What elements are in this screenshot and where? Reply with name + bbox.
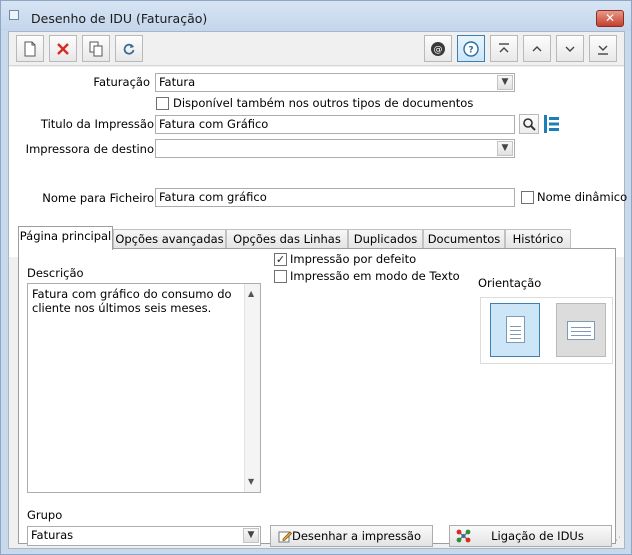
grupo-label: Grupo	[27, 508, 63, 522]
grupo-select[interactable]: Faturas ▼	[27, 526, 261, 546]
portrait-button[interactable]	[490, 303, 540, 357]
first-record-button[interactable]	[490, 35, 518, 62]
tab-duplicados[interactable]: Duplicados	[348, 229, 423, 249]
last-record-button[interactable]	[589, 35, 617, 62]
close-button[interactable]: ✕	[596, 10, 624, 27]
new-document-icon	[23, 41, 37, 61]
impressao-defeito-label: Impressão por defeito	[290, 252, 417, 266]
svg-text:?: ?	[468, 46, 473, 56]
nome-dinamico-checkbox[interactable]	[521, 191, 534, 204]
next-record-button[interactable]	[556, 35, 584, 62]
tab-pagina-principal[interactable]: Página principal	[18, 226, 113, 250]
delete-button[interactable]	[49, 35, 77, 62]
last-record-icon	[596, 44, 610, 60]
disponivel-label: Disponível também nos outros tipos de do…	[173, 96, 474, 110]
descricao-label: Descrição	[27, 266, 84, 280]
delete-icon	[56, 43, 70, 60]
list-icon	[543, 115, 561, 137]
next-record-icon	[563, 44, 577, 60]
first-record-icon	[497, 43, 511, 60]
ligacao-label: Ligação de IDUs	[491, 529, 584, 543]
window-title: Desenho de IDU (Faturação)	[31, 11, 208, 26]
search-button[interactable]	[519, 114, 539, 134]
landscape-button[interactable]	[556, 303, 606, 357]
descricao-value: Fatura com gráfico do consumo do cliente…	[32, 287, 232, 315]
chevron-down-icon[interactable]: ▼	[497, 75, 513, 90]
descricao-textarea[interactable]: Fatura com gráfico do consumo do cliente…	[27, 283, 261, 493]
refresh-button[interactable]	[115, 35, 143, 62]
faturacao-value: Fatura	[159, 75, 196, 89]
resize-grip[interactable]: ⋰	[612, 536, 622, 546]
impressao-texto-label: Impressão em modo de Texto	[290, 269, 460, 283]
previous-record-icon	[530, 44, 544, 60]
help-icon: ?	[463, 41, 479, 61]
scroll-down-icon[interactable]: ▼	[248, 475, 254, 489]
impressora-select[interactable]: ▼	[155, 139, 515, 158]
copy-icon	[88, 41, 104, 61]
impressora-label: Impressora de destino	[25, 142, 154, 156]
search-icon	[522, 118, 536, 134]
svg-text:@: @	[434, 45, 443, 55]
nome-dinamico-label: Nome dinâmico	[537, 190, 628, 204]
impressao-defeito-checkbox[interactable]: ✓	[274, 253, 287, 266]
title-bar[interactable]: Desenho de IDU (Faturação) ✕	[1, 1, 631, 31]
chevron-down-icon[interactable]: ▼	[497, 141, 513, 156]
help-button[interactable]: ?	[457, 35, 485, 62]
nome-ficheiro-input[interactable]: Fatura com gráfico	[155, 188, 515, 207]
copy-button[interactable]	[82, 35, 110, 62]
titulo-value: Fatura com Gráfico	[159, 117, 269, 131]
impressao-texto-checkbox[interactable]	[274, 270, 287, 283]
toolbar: @ ?	[9, 32, 624, 66]
window-icon	[9, 10, 19, 20]
portrait-page-icon	[506, 316, 525, 343]
previous-record-button[interactable]	[523, 35, 551, 62]
desenhar-label: Desenhar a impressão	[291, 529, 422, 543]
disponivel-checkbox[interactable]	[156, 97, 169, 110]
new-document-button[interactable]	[16, 35, 44, 62]
orientacao-label: Orientação	[478, 276, 542, 290]
faturacao-select[interactable]: Fatura ▼	[155, 73, 515, 92]
tab-opcoes-das-linhas[interactable]: Opções das Linhas	[226, 229, 348, 249]
landscape-page-icon	[567, 321, 595, 340]
at-icon: @	[430, 42, 446, 61]
ligacao-button[interactable]: Ligação de IDUs	[449, 525, 612, 547]
titulo-label: Titulo da Impressão	[40, 117, 154, 131]
tab-panel-pagina-principal: Descrição Fatura com gráfico do consumo …	[18, 248, 616, 547]
client-area: @ ? Faturação Fatura ▼ Disponível também…	[8, 31, 628, 549]
refresh-icon	[122, 43, 136, 60]
tab-documentos[interactable]: Documentos	[423, 229, 505, 249]
list-button[interactable]	[542, 114, 562, 134]
orientation-group	[480, 297, 613, 364]
nome-ficheiro-value: Fatura com gráfico	[159, 190, 267, 204]
tab-opcoes-avancadas[interactable]: Opções avançadas	[113, 229, 226, 249]
tab-historico[interactable]: Histórico	[505, 229, 571, 249]
main-window: Desenho de IDU (Faturação) ✕ @ ? Faturaç…	[0, 0, 632, 555]
faturacao-label: Faturação	[93, 75, 150, 89]
desenhar-button[interactable]: Desenhar a impressão	[270, 525, 433, 547]
scroll-up-icon[interactable]: ▲	[248, 287, 254, 301]
descricao-scrollbar[interactable]: ▲ ▼	[244, 284, 260, 492]
grupo-value: Faturas	[31, 528, 74, 542]
at-button[interactable]: @	[424, 35, 452, 62]
nome-ficheiro-label: Nome para Ficheiro	[42, 191, 154, 205]
chevron-down-icon[interactable]: ▼	[243, 528, 259, 543]
titulo-input[interactable]: Fatura com Gráfico	[155, 115, 515, 134]
